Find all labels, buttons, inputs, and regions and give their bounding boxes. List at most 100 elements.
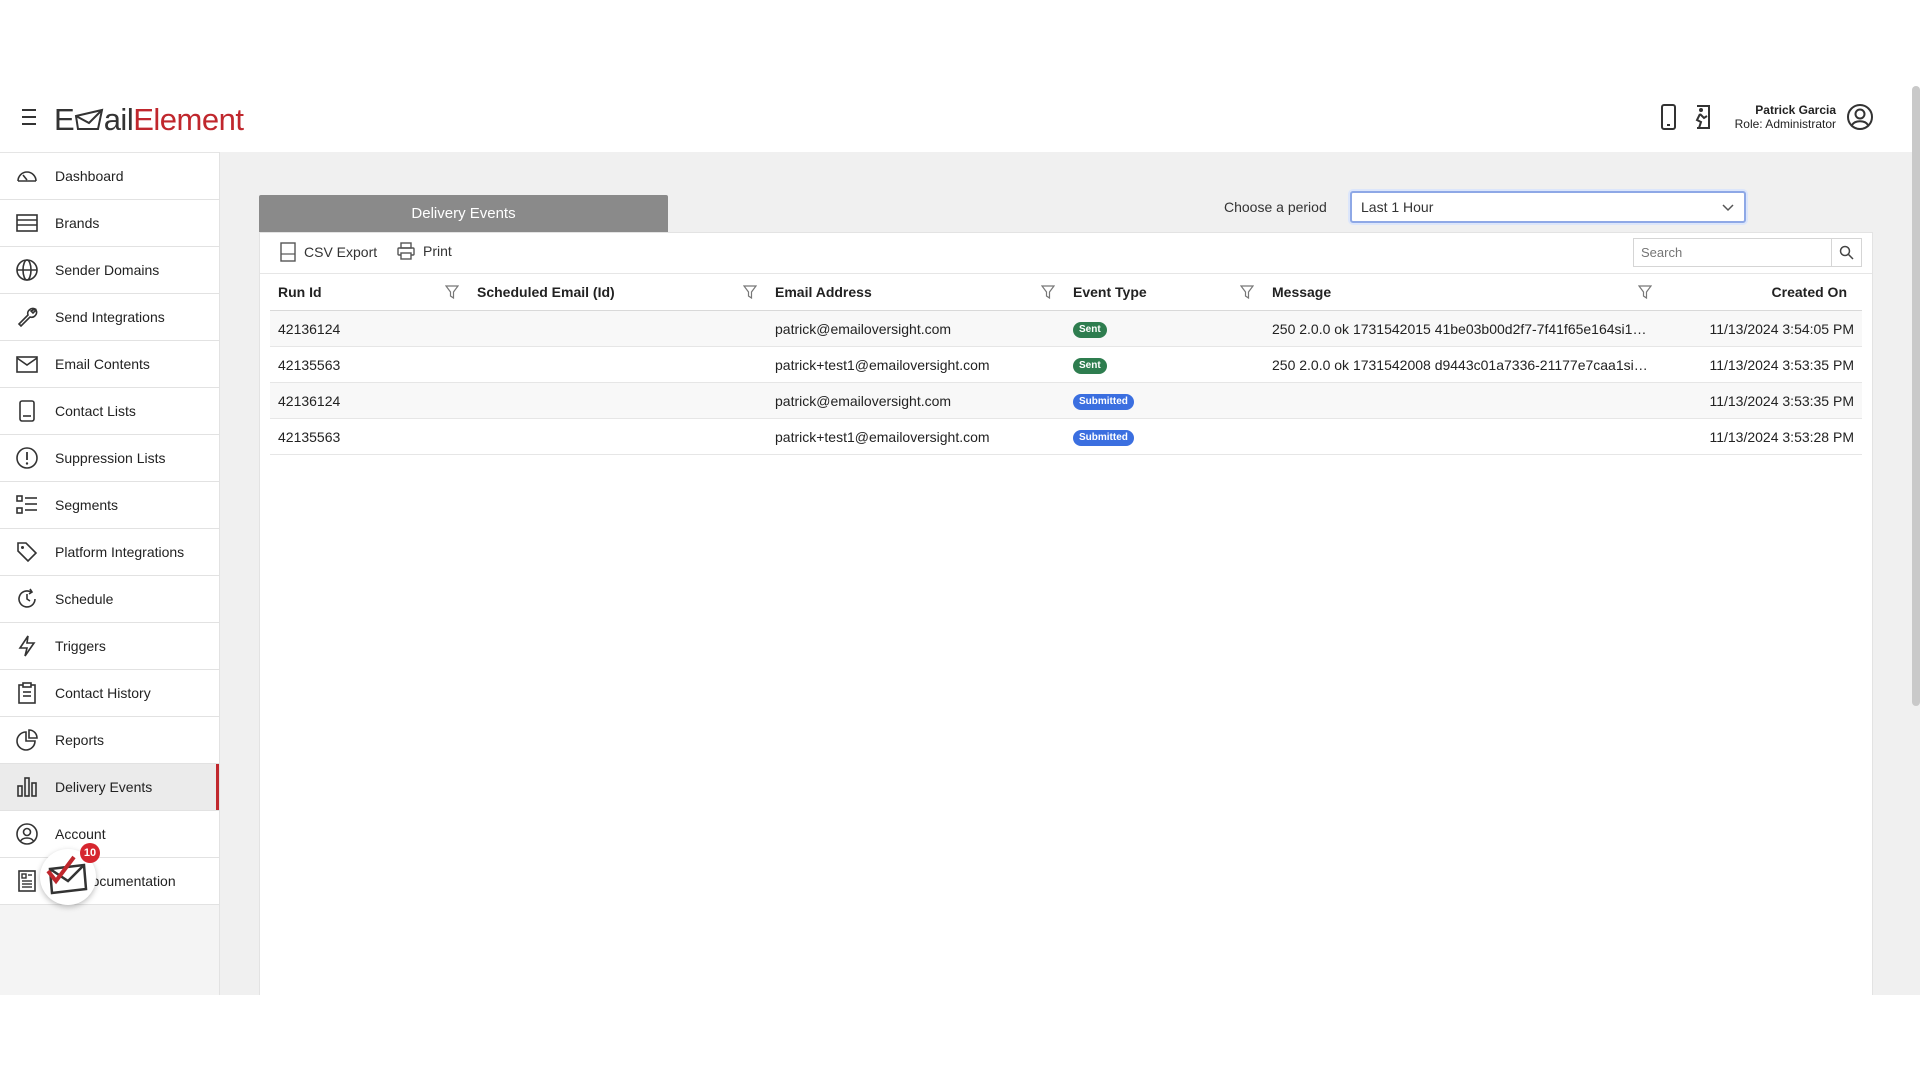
segments-icon [14,492,40,518]
print-button[interactable]: Print [397,242,452,260]
sidebar-item-label: Triggers [55,638,106,654]
sidebar-item-api-documentation[interactable]: API Documentation [0,858,219,905]
search-icon [1839,245,1854,260]
sidebar-item-suppression-lists[interactable]: Suppression Lists [0,435,219,482]
column-header-run-id[interactable]: Run Id [270,273,469,311]
sidebar-item-triggers[interactable]: Triggers [0,623,219,670]
user-info: Patrick Garcia Role: Administrator [1735,103,1836,131]
cell-run-id: 42136124 [270,310,469,347]
sidebar-item-dashboard[interactable]: Dashboard [0,153,219,200]
logo-suffix: Element [133,102,244,137]
sidebar-item-label: Send Integrations [55,309,165,325]
cell-event-type: Submitted [1065,418,1264,455]
column-header-scheduled-email[interactable]: Scheduled Email (Id) [469,273,767,311]
filter-icon[interactable] [743,285,757,299]
csv-export-label: CSV Export [304,244,378,260]
cell-created-on: 11/13/2024 3:54:05 PM [1662,310,1862,347]
table-row[interactable]: 42136124 patrick@emailoversight.com Subm… [270,382,1862,419]
column-header-message[interactable]: Message [1264,273,1662,311]
table-row[interactable]: 42135563 patrick+test1@emailoversight.co… [270,346,1862,383]
filter-icon[interactable] [1638,285,1652,299]
cell-event-type: Sent [1065,310,1264,347]
sidebar-item-delivery-events[interactable]: Delivery Events [0,764,219,811]
sidebar-item-segments[interactable]: Segments [0,482,219,529]
cell-run-id: 42135563 [270,418,469,455]
table-row[interactable]: 42136124 patrick@emailoversight.com Sent… [270,310,1862,347]
sidebar-item-contact-lists[interactable]: Contact Lists [0,388,219,435]
notification-count-badge: 10 [80,843,100,863]
cell-message [1264,418,1662,455]
sidebar-item-label: Email Contents [55,356,150,372]
main-content: Delivery Events Choose a period Last 1 H… [219,152,1920,995]
csv-export-button[interactable]: CSV Export [280,242,377,262]
sidebar-item-brands[interactable]: Brands [0,200,219,247]
mobile-phone-icon[interactable] [1655,102,1681,132]
cell-event-type: Submitted [1065,382,1264,419]
cell-email-address: patrick@emailoversight.com [767,382,1065,419]
dashboard-icon [14,163,40,189]
sidebar-item-account[interactable]: Account [0,811,219,858]
sidebar-item-schedule[interactable]: Schedule [0,576,219,623]
sidebar-item-contact-history[interactable]: Contact History [0,670,219,717]
logo-envelope-icon [74,108,103,130]
sidebar-item-email-contents[interactable]: Email Contents [0,341,219,388]
period-select-value: Last 1 Hour [1361,199,1434,215]
cell-event-type: Sent [1065,346,1264,383]
cell-message: 250 2.0.0 ok 1731542015 41be03b00d2f7-7f… [1264,310,1662,347]
search-box [1633,238,1862,267]
column-header-label: Message [1272,283,1332,300]
hamburger-menu-icon[interactable] [22,109,42,127]
notifications-button[interactable]: 10 [40,843,100,905]
sidebar-item-label: Brands [55,215,100,231]
cell-run-id: 42135563 [270,346,469,383]
sidebar-item-label: Delivery Events [55,779,153,795]
filter-icon[interactable] [1240,285,1254,299]
tag-icon [14,539,40,565]
wrench-icon [14,304,40,330]
sidebar-item-platform-integrations[interactable]: Platform Integrations [0,529,219,576]
column-header-created-on[interactable]: Created On [1662,273,1862,311]
bar-chart-icon [14,774,40,800]
status-badge: Submitted [1073,430,1134,446]
app-window: E ail Element Patrick Garcia Role: Admin… [0,86,1920,995]
sidebar-item-reports[interactable]: Reports [0,717,219,764]
tab-delivery-events[interactable]: Delivery Events [259,195,668,232]
top-bar: E ail Element Patrick Garcia Role: Admin… [0,86,1920,152]
cell-email-address: patrick+test1@emailoversight.com [767,346,1065,383]
printer-icon [397,242,415,260]
sidebar-item-label: Dashboard [55,168,124,184]
clipboard-icon [14,680,40,706]
search-input[interactable] [1634,239,1831,266]
column-header-label: Email Address [775,283,872,300]
chevron-down-icon [1722,204,1734,212]
table-row[interactable]: 42135563 patrick+test1@emailoversight.co… [270,418,1862,455]
column-header-event-type[interactable]: Event Type [1065,273,1264,311]
page-scrollbar[interactable] [1912,86,1920,706]
envelope-icon [14,351,40,377]
print-label: Print [423,243,452,259]
logo[interactable]: E ail Element [54,100,244,140]
account-icon [14,821,40,847]
sidebar-item-label: Contact Lists [55,403,136,419]
cell-scheduled-email [469,418,767,455]
filter-icon[interactable] [1041,285,1055,299]
column-header-email-address[interactable]: Email Address [767,273,1065,311]
cell-created-on: 11/13/2024 3:53:35 PM [1662,382,1862,419]
status-badge: Sent [1073,322,1107,338]
column-header-label: Event Type [1073,283,1147,300]
document-icon [14,868,40,894]
user-avatar-icon[interactable] [1846,103,1874,131]
message-text: 250 2.0.0 ok 1731542008 d9443c01a7336-21… [1272,357,1648,374]
cell-run-id: 42136124 [270,382,469,419]
cell-email-address: patrick@emailoversight.com [767,310,1065,347]
sidebar-item-label: Schedule [55,591,114,607]
csv-file-icon [280,242,296,262]
sidebar-item-sender-domains[interactable]: Sender Domains [0,247,219,294]
period-select[interactable]: Last 1 Hour [1350,191,1746,223]
search-button[interactable] [1830,239,1861,266]
logout-icon[interactable] [1689,102,1715,132]
delivery-events-table: Run Id Scheduled Email (Id) Email Addres… [270,273,1862,455]
sidebar-item-send-integrations[interactable]: Send Integrations [0,294,219,341]
column-header-label: Created On [1771,283,1847,300]
filter-icon[interactable] [445,285,459,299]
